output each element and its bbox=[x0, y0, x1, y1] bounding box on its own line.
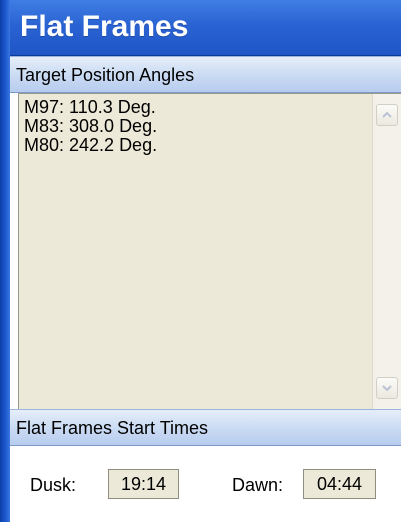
dusk-label: Dusk: bbox=[30, 475, 77, 495]
window-left-border bbox=[0, 0, 10, 522]
chevron-down-icon bbox=[382, 385, 392, 392]
position-angles-list-items: M97: 110.3 Deg. M83: 308.0 Deg. M80: 242… bbox=[24, 98, 157, 155]
target-position-angles-header: Target Position Angles bbox=[10, 56, 401, 93]
position-angles-list[interactable]: M97: 110.3 Deg. M83: 308.0 Deg. M80: 242… bbox=[18, 93, 401, 409]
chevron-up-icon bbox=[382, 111, 392, 118]
list-item[interactable]: M97: 110.3 Deg. bbox=[24, 98, 157, 117]
start-times-panel: Dusk: 19:14 Dawn: 04:44 bbox=[10, 446, 401, 522]
target-position-angles-header-label: Target Position Angles bbox=[16, 65, 195, 85]
flat-frames-start-times-header-label: Flat Frames Start Times bbox=[16, 418, 209, 438]
flat-frames-start-times-header: Flat Frames Start Times bbox=[10, 409, 401, 446]
vertical-scrollbar[interactable] bbox=[372, 94, 401, 409]
title-bar: Flat Frames bbox=[10, 0, 401, 56]
window-title: Flat Frames bbox=[20, 10, 189, 43]
dawn-label: Dawn: bbox=[232, 475, 284, 495]
dawn-time-field: 04:44 bbox=[303, 469, 376, 499]
list-item[interactable]: M80: 242.2 Deg. bbox=[24, 136, 157, 155]
list-item[interactable]: M83: 308.0 Deg. bbox=[24, 117, 157, 136]
scroll-down-button[interactable] bbox=[376, 377, 398, 399]
flat-frames-window: Flat Frames Target Position Angles M97: … bbox=[0, 0, 401, 522]
dusk-time-field: 19:14 bbox=[108, 469, 179, 499]
scroll-up-button[interactable] bbox=[376, 104, 398, 126]
